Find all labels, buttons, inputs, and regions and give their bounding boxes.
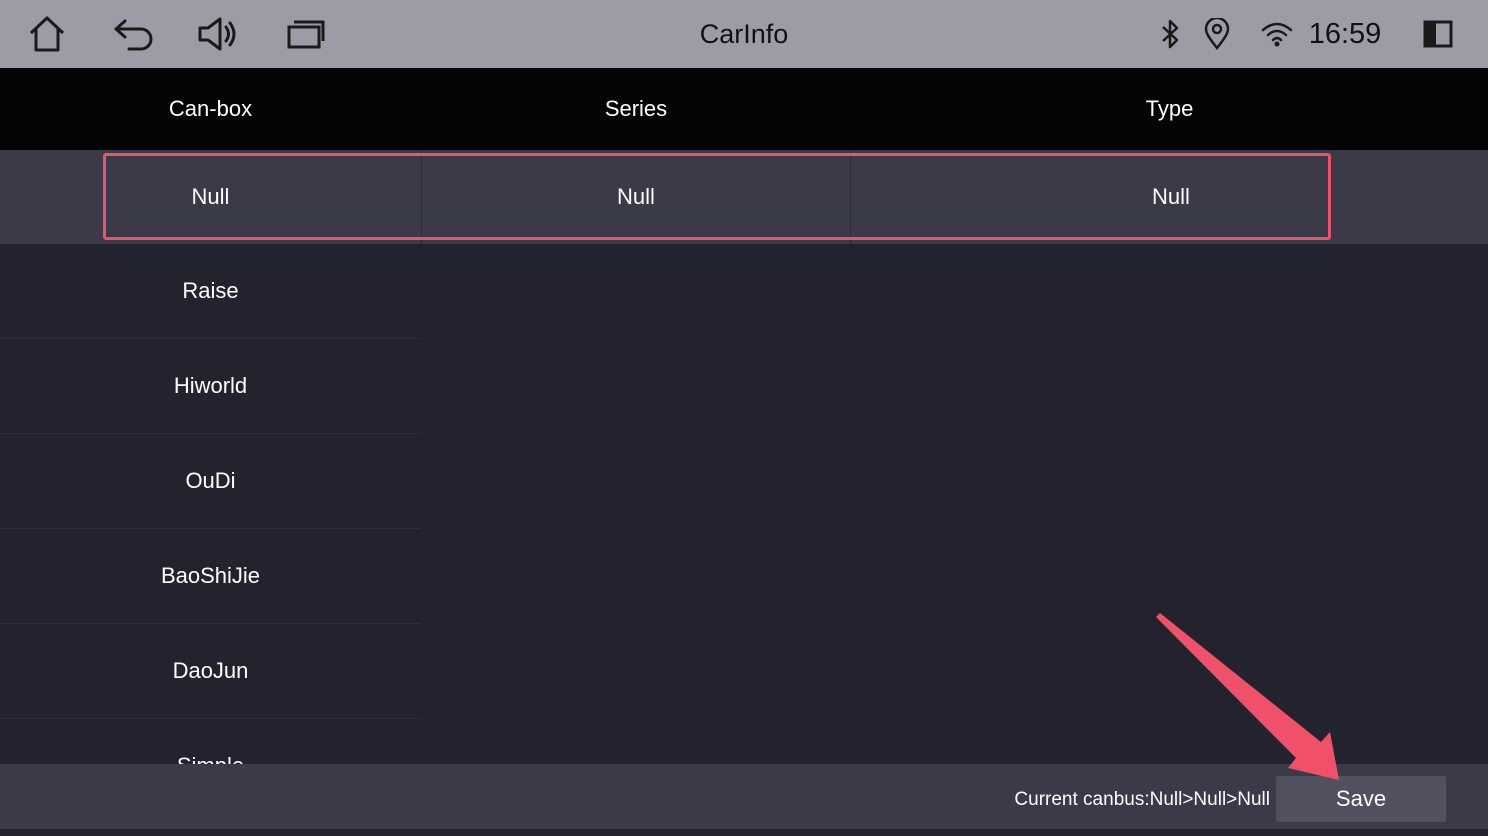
list-item[interactable]: Simple bbox=[0, 719, 421, 764]
selected-type[interactable]: Null bbox=[851, 150, 1488, 244]
selected-series[interactable]: Null bbox=[421, 150, 851, 244]
bluetooth-icon bbox=[1155, 0, 1187, 68]
header-series: Series bbox=[604, 96, 668, 121]
split-screen-icon[interactable] bbox=[1418, 0, 1458, 68]
clock: 16:59 bbox=[1308, 18, 1382, 50]
list-item[interactable]: Hiworld bbox=[0, 339, 421, 434]
options-pane bbox=[421, 244, 1488, 764]
list-item[interactable]: Raise bbox=[0, 244, 421, 339]
wifi-icon bbox=[1258, 0, 1296, 68]
status-bar: CarInfo 16:59 bbox=[0, 0, 1488, 68]
footer: Current canbus:Null>Null>Null Save bbox=[0, 764, 1488, 829]
selected-row: Null Null Null bbox=[0, 150, 1488, 244]
save-button[interactable]: Save bbox=[1276, 776, 1446, 822]
header-type: Type bbox=[1145, 96, 1194, 121]
list-item[interactable]: DaoJun bbox=[0, 624, 421, 719]
recent-apps-icon[interactable] bbox=[280, 0, 332, 68]
volume-icon[interactable] bbox=[193, 0, 245, 68]
canbox-list[interactable]: Raise Hiworld OuDi BaoShiJie DaoJun Simp… bbox=[0, 244, 421, 764]
location-icon bbox=[1200, 0, 1234, 68]
selected-canbox[interactable]: Null bbox=[0, 150, 421, 244]
column-header: Can-box Series Type bbox=[0, 68, 1488, 150]
home-icon[interactable] bbox=[22, 0, 72, 68]
list-item[interactable]: BaoShiJie bbox=[0, 529, 421, 624]
current-canbus-status: Current canbus:Null>Null>Null bbox=[1014, 789, 1270, 810]
header-canbox: Can-box bbox=[168, 96, 253, 121]
back-icon[interactable] bbox=[108, 0, 158, 68]
list-item[interactable]: OuDi bbox=[0, 434, 421, 529]
